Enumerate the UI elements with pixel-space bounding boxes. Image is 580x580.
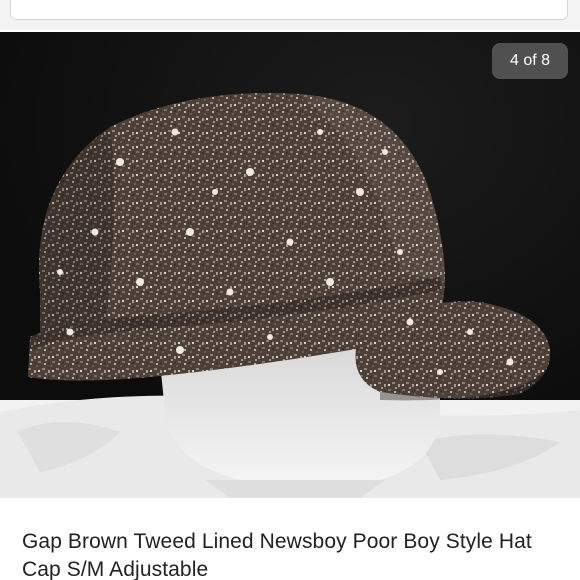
top-bar xyxy=(0,0,580,30)
image-counter-badge: 4 of 8 xyxy=(492,43,568,79)
hat-photo xyxy=(0,32,580,498)
search-bar[interactable] xyxy=(10,0,568,20)
product-photo[interactable]: 4 of 8 xyxy=(0,32,580,498)
listing-page: 4 of 8 Gap Brown Tweed Lined Newsboy Poo… xyxy=(0,0,580,580)
listing-title[interactable]: Gap Brown Tweed Lined Newsboy Poor Boy S… xyxy=(22,528,567,580)
